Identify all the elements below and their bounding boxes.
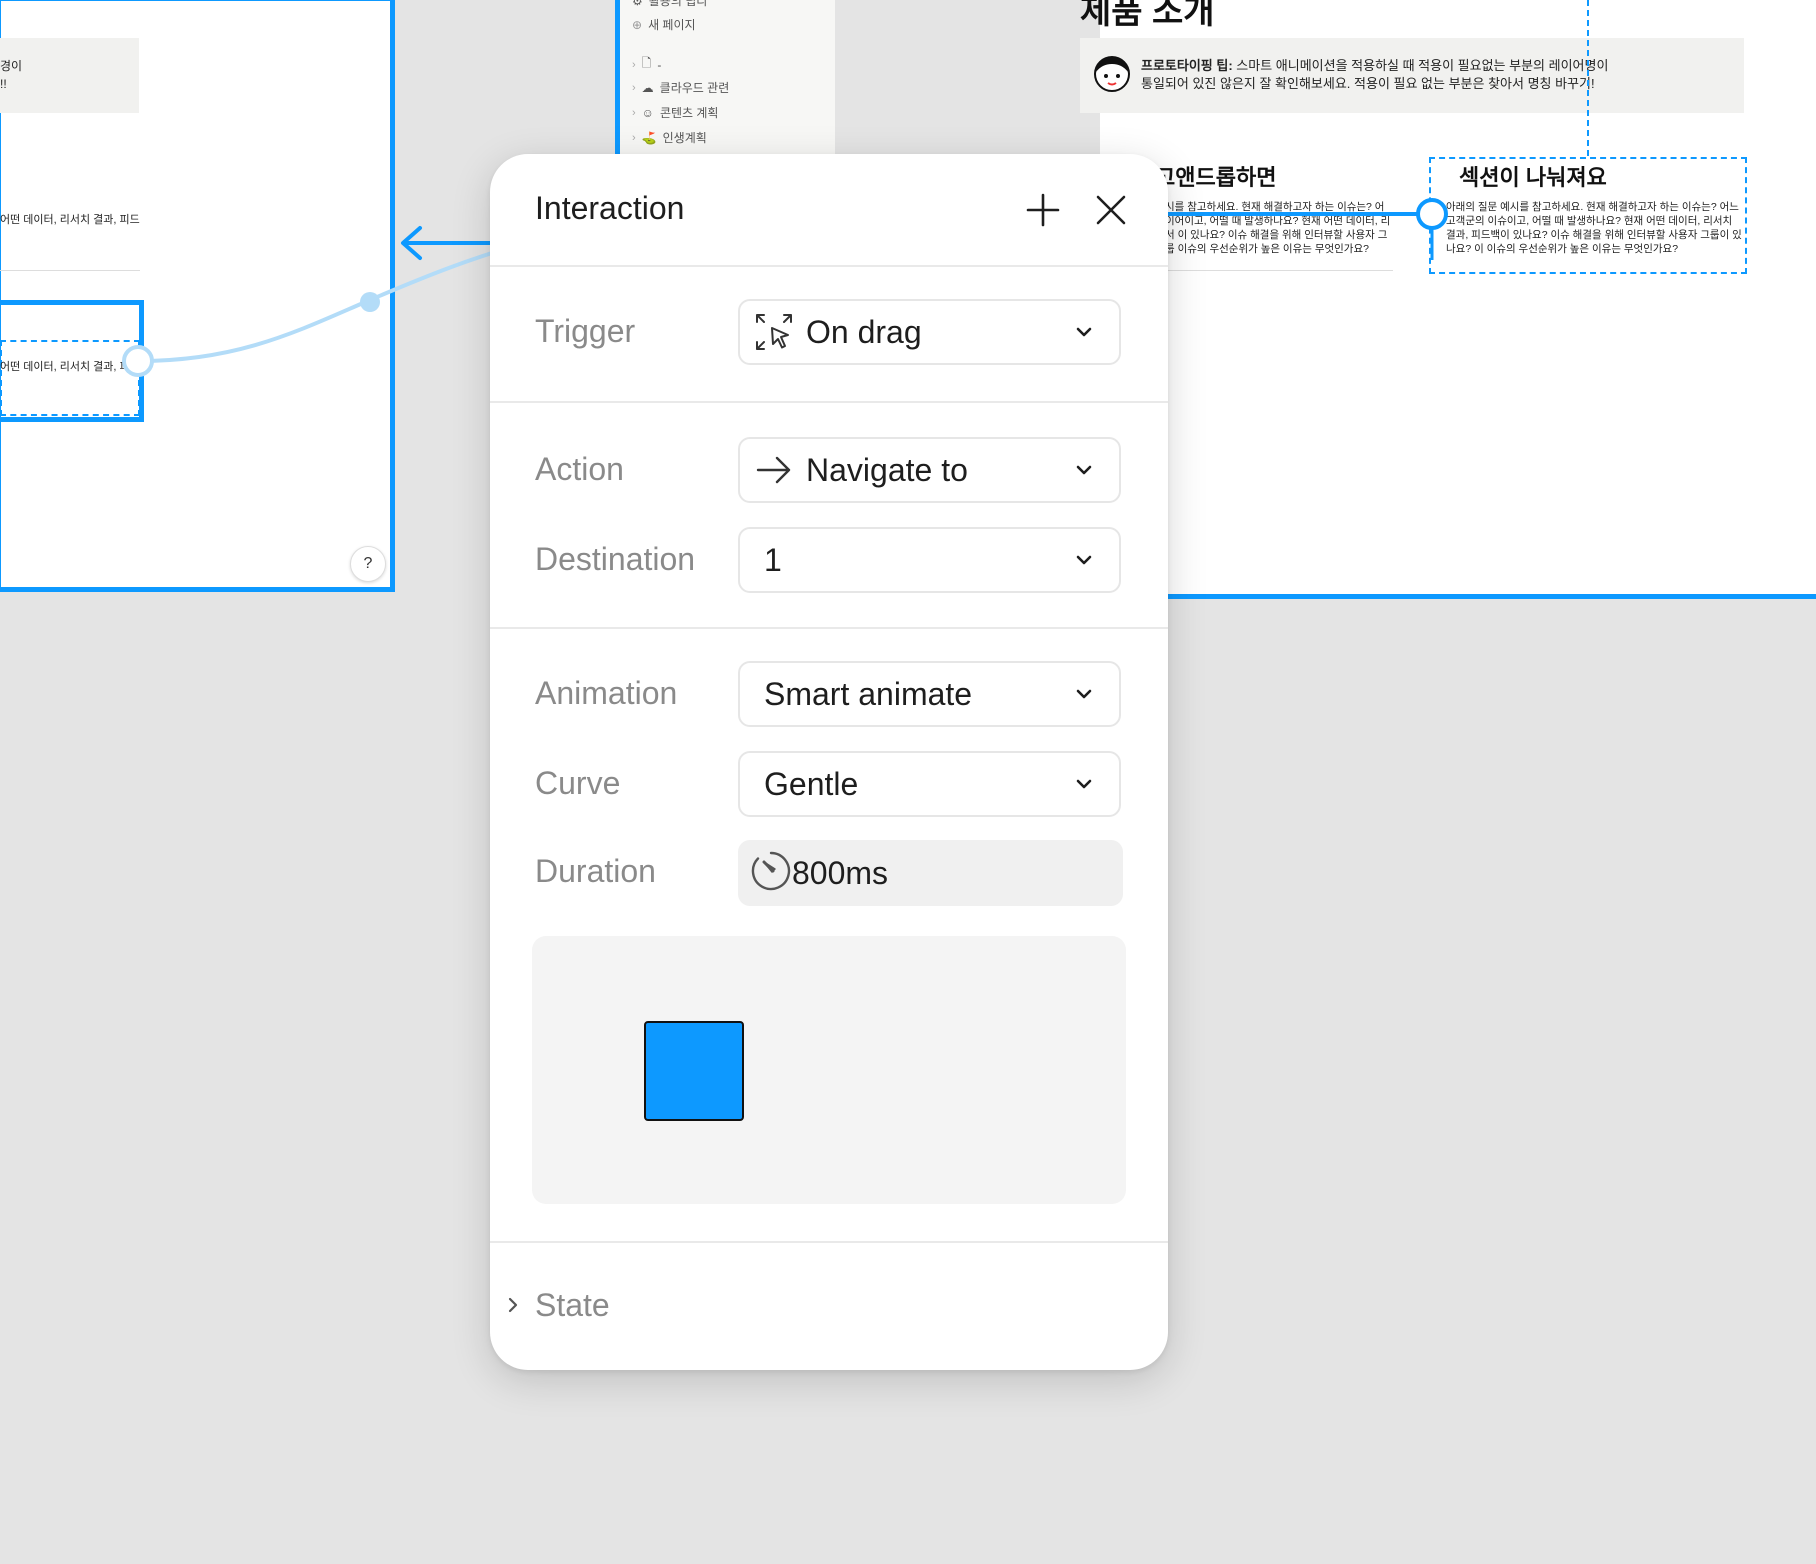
animation-value: Smart animate (764, 675, 973, 712)
trigger-value: On drag (806, 313, 922, 350)
action-select[interactable]: Navigate to (738, 437, 1121, 503)
connection-handle[interactable] (1416, 198, 1448, 230)
curve-label: Curve (535, 765, 621, 801)
chevron-down-icon (1076, 555, 1092, 565)
action-section: Action Navigate to Destination 1 (490, 401, 1168, 629)
duration-value: 800ms (792, 854, 889, 891)
curve-midpoint[interactable] (360, 292, 380, 312)
action-value: Navigate to (806, 451, 968, 488)
chevron-down-icon (1076, 465, 1092, 475)
duration-label: Duration (535, 853, 656, 889)
animation-select[interactable]: Smart animate (738, 661, 1121, 727)
add-interaction-button[interactable] (1023, 190, 1063, 230)
panel-header: Interaction (490, 154, 1168, 267)
chevron-down-icon (1076, 779, 1092, 789)
chevron-down-icon (1076, 327, 1092, 337)
plus-icon (1026, 193, 1060, 227)
connection-start-handle[interactable] (122, 345, 154, 377)
trigger-label: Trigger (535, 313, 636, 349)
destination-label: Destination (535, 541, 696, 577)
curve-select[interactable]: Gentle (738, 751, 1121, 817)
preview-square (644, 1021, 744, 1121)
destination-value: 1 (764, 541, 782, 578)
state-row[interactable]: State (490, 1262, 1168, 1348)
curve-value: Gentle (764, 765, 859, 802)
animation-label: Animation (535, 675, 678, 711)
animation-section: Animation Smart animate Curve Gentle Dur… (490, 627, 1168, 1243)
chevron-down-icon (1076, 689, 1092, 699)
panel-title: Interaction (535, 190, 685, 226)
arrow-right-icon (754, 450, 794, 490)
drag-cursor-icon (754, 312, 794, 352)
timer-icon (750, 850, 792, 897)
close-icon (1096, 195, 1126, 225)
action-label: Action (535, 451, 624, 487)
trigger-select[interactable]: On drag (738, 299, 1121, 365)
animation-preview (532, 936, 1126, 1204)
destination-select[interactable]: 1 (738, 527, 1121, 593)
state-label: State (535, 1286, 610, 1323)
interaction-panel: Interaction Trigger On drag Action Navig… (490, 154, 1168, 1370)
close-button[interactable] (1091, 190, 1131, 230)
trigger-section: Trigger On drag (490, 265, 1168, 403)
duration-input[interactable]: 800ms (738, 840, 1123, 906)
chevron-right-icon (508, 1297, 518, 1313)
